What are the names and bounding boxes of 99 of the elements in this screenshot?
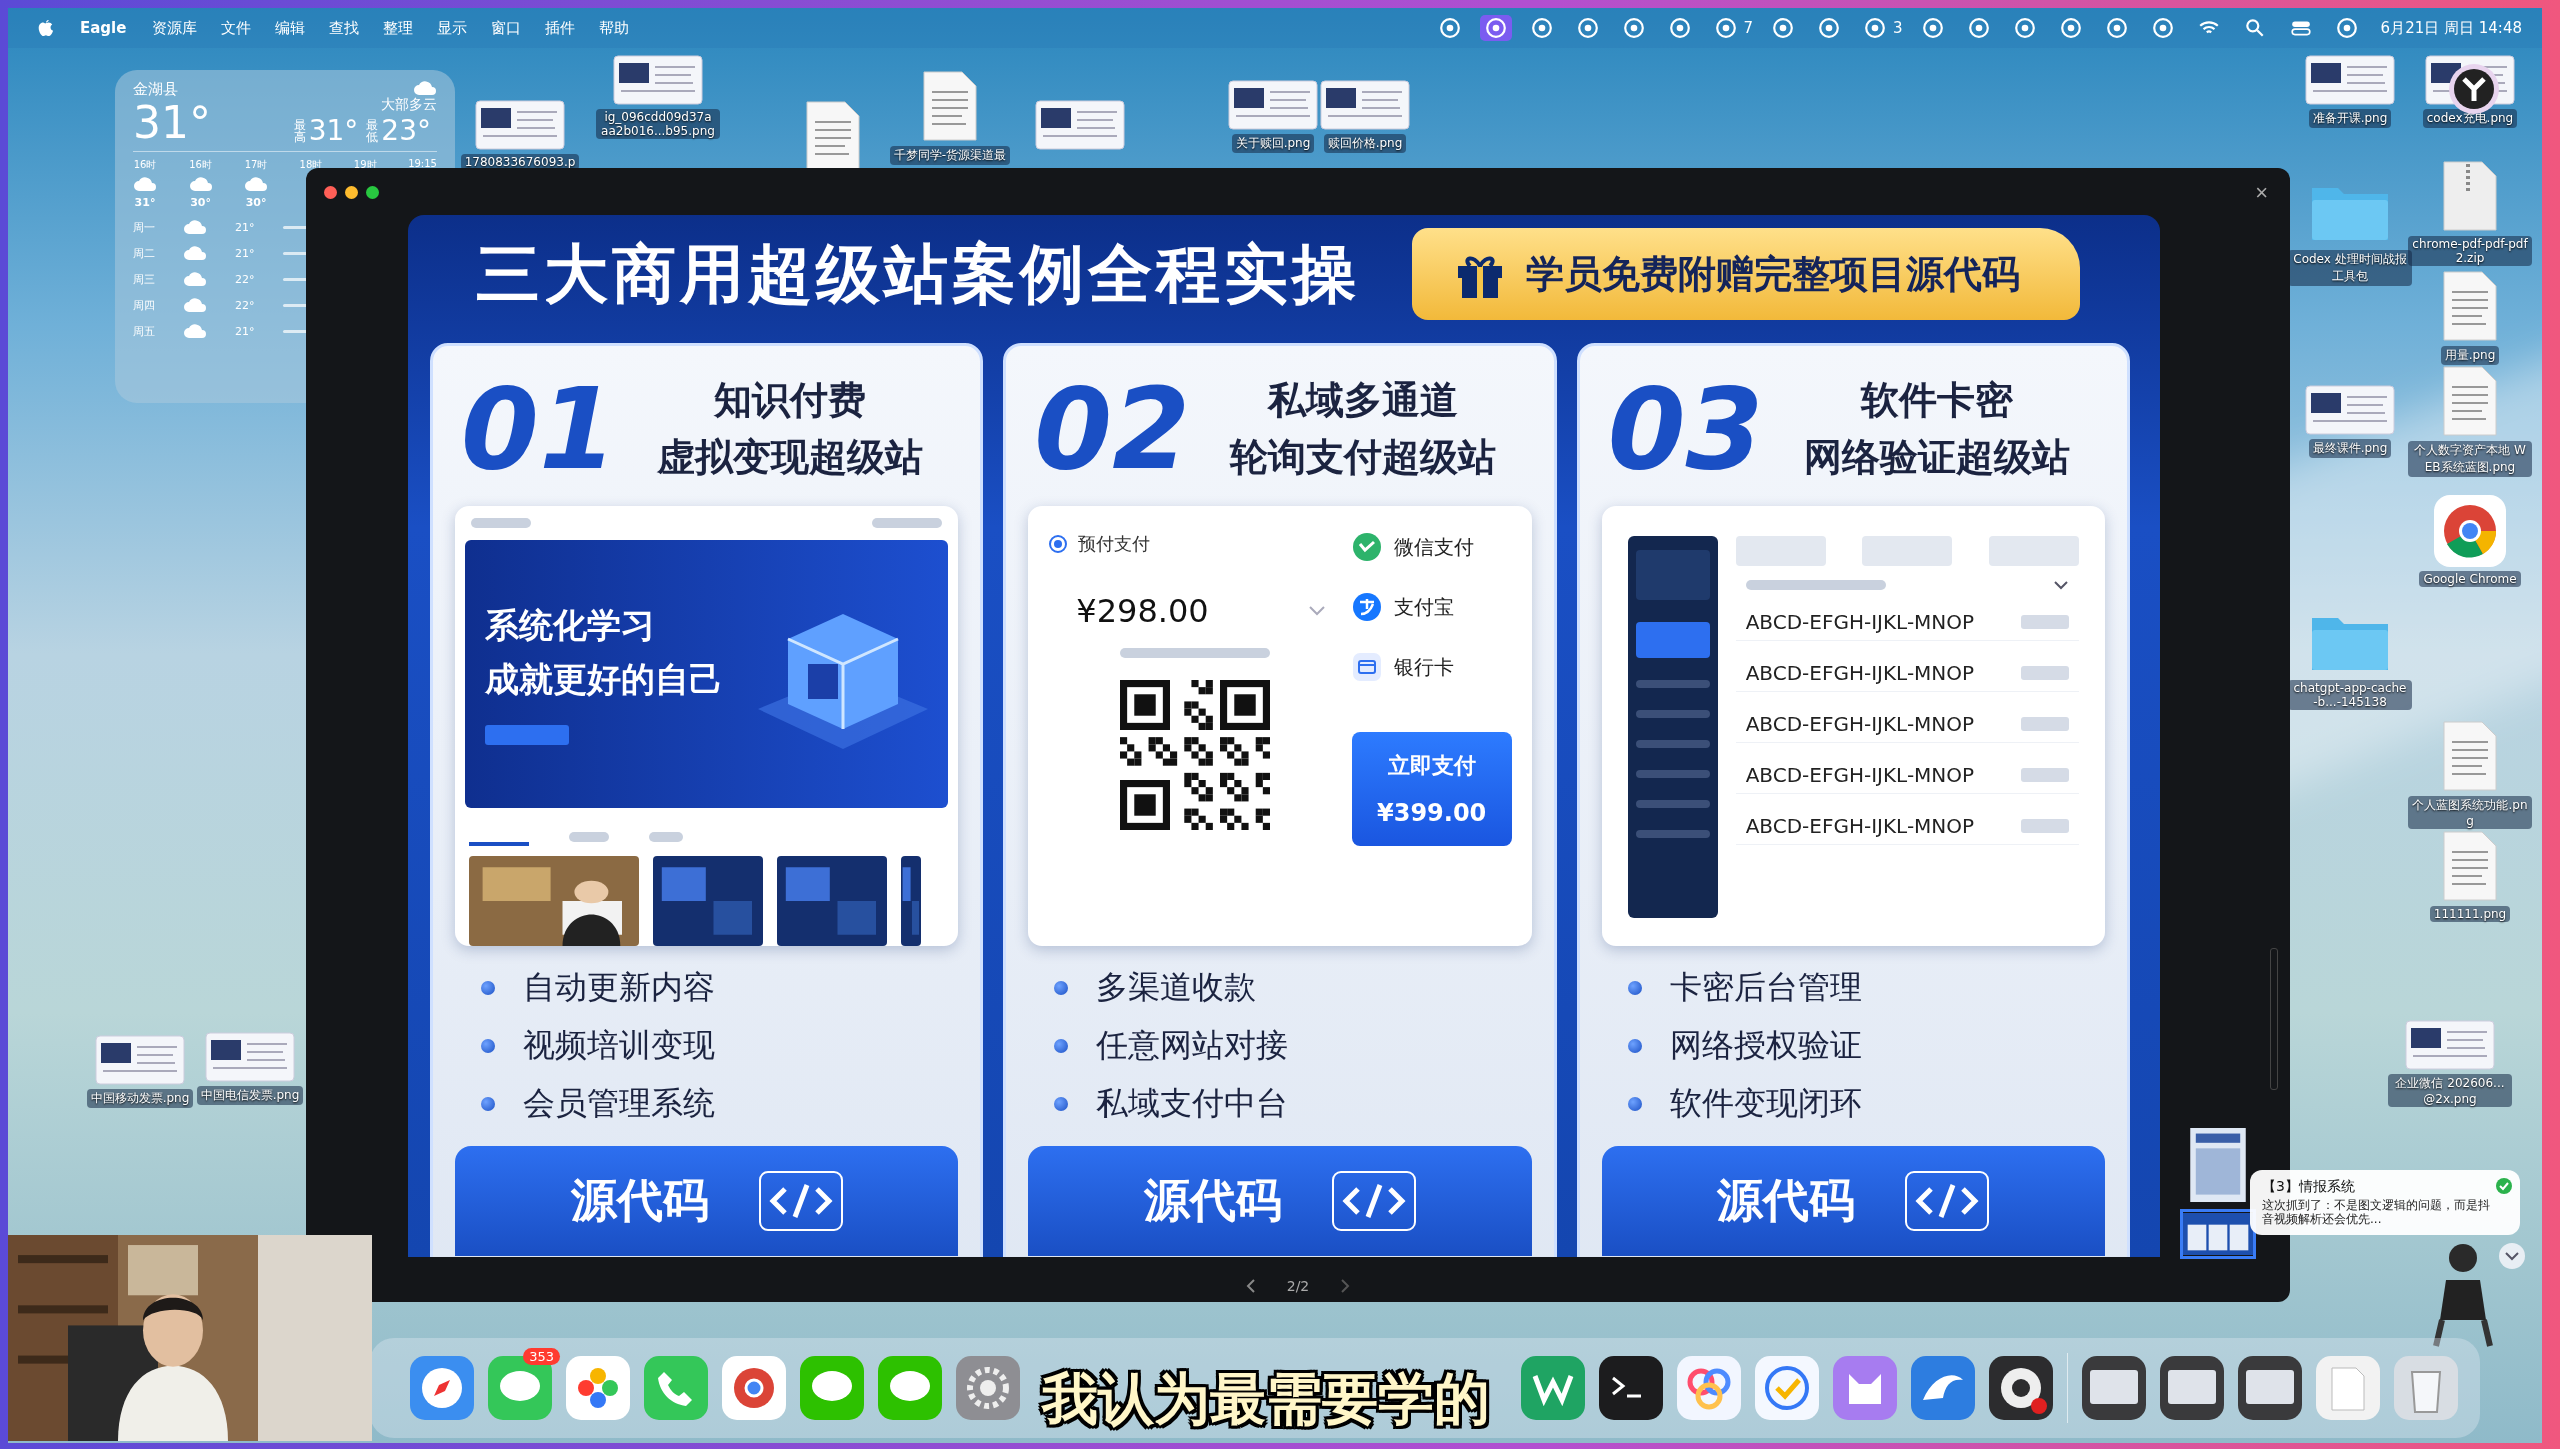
card-title: 私域多通道 — [1268, 377, 1459, 424]
payment-method[interactable]: 支付宝 — [1393, 593, 1454, 621]
hour-label: 19时 — [353, 158, 377, 173]
high-label: 最高 — [293, 118, 307, 143]
feature-text: 视频培训变现 — [523, 1025, 715, 1066]
day-temperature: 21° — [235, 220, 255, 234]
day-label: 周四 — [133, 297, 155, 313]
close-button[interactable]: × — [2249, 178, 2274, 208]
hour-label: 17时 — [244, 158, 268, 173]
license-key: ABCD-EFGH-IJKL-MNOP — [1745, 712, 1975, 736]
card-title: 知识付费 — [713, 377, 866, 424]
notification[interactable]: 【3】情报系统 这次抓到了：不是图文逻辑的问题，而是抖音视频解析还会优先... — [2250, 1170, 2520, 1235]
high-temperature: 31° — [308, 114, 359, 147]
hero-headline: 系统化学习 — [485, 604, 656, 647]
low-label: 最低 — [366, 118, 380, 143]
file-label: 个人蓝图系统功能.png — [2408, 796, 2532, 829]
feature-text: 会员管理系统 — [523, 1083, 715, 1124]
pay-button[interactable]: 立即支付 ¥399.00 — [1351, 732, 1512, 846]
day-label: 周一 — [133, 219, 155, 235]
card-number: 02 — [1034, 364, 1191, 494]
source-code-button[interactable]: 源代码 — [455, 1146, 959, 1256]
file-label: 111111.png — [2429, 906, 2511, 922]
low-temperature: 23° — [381, 114, 431, 147]
payment-option[interactable]: 预付支付 — [1078, 532, 1151, 556]
app-menu[interactable]: Eagle — [80, 19, 127, 37]
day-label: 周三 — [133, 271, 155, 287]
file-label: Codex 处理时间战报工具包 — [2288, 250, 2412, 286]
file-label: 用量.png — [2440, 346, 2500, 365]
hour-temperature: 31° — [134, 196, 156, 210]
card-title: 软件卡密 — [1860, 377, 2013, 424]
file-label: 赎回价格.png — [1323, 134, 1407, 153]
feature-text: 卡密后台管理 — [1669, 967, 1862, 1008]
card-title: 网络验证超级站 — [1803, 434, 2070, 481]
file-label: 千梦同学-货源渠道最 — [889, 146, 1011, 165]
license-key: ABCD-EFGH-IJKL-MNOP — [1745, 610, 1975, 634]
banner-text: 学员免费附赠完整项目源代码 — [1526, 250, 2020, 298]
feature-text: 私域支付中台 — [1096, 1083, 1289, 1124]
hour-label: 18时 — [299, 158, 323, 173]
notification-text: 这次抓到了：不是图文逻辑的问题，而是抖音视频解析还会优先... — [2262, 1198, 2491, 1227]
source-code-button[interactable]: 源代码 — [1028, 1146, 1532, 1256]
menu-item[interactable]: 帮助 — [599, 18, 630, 38]
day-temperature: 21° — [235, 324, 255, 338]
file-label: 关于赎回.png — [1231, 134, 1315, 153]
hour-temperature: 30° — [245, 196, 267, 210]
card-number: 03 — [1607, 364, 1764, 494]
hour-label: 19:15 — [408, 158, 437, 170]
feature-text: 网络授权验证 — [1669, 1025, 1862, 1066]
card-number: 01 — [461, 364, 617, 494]
page-counter: 2/2 — [1286, 1278, 1310, 1294]
file-label: chatgpt-app-cache-b...-145138 — [2288, 680, 2412, 710]
file-label: chrome-pdf-pdf-pdf 2.zip — [2408, 236, 2532, 266]
slide-title: 三大商用超级站案例全程实操 — [476, 235, 1360, 313]
weather-city: 金湖县 — [133, 80, 179, 99]
source-code-button[interactable]: 源代码 — [1601, 1146, 2105, 1256]
menu-item[interactable]: 编辑 — [275, 18, 306, 38]
file-label: 中国电信发票.png — [196, 1086, 304, 1105]
menu-item[interactable]: 资源库 — [152, 18, 198, 38]
menu-clock: 6月21日 周日 14:48 — [2380, 18, 2522, 38]
amount-value: ¥298.00 — [1076, 592, 1209, 630]
feature-text: 任意网站对接 — [1096, 1025, 1289, 1066]
file-label: Google Chrome — [2419, 571, 2521, 587]
feature-text: 自动更新内容 — [523, 967, 715, 1008]
menu-item[interactable]: 插件 — [545, 18, 576, 38]
hour-label: 16时 — [189, 158, 212, 173]
menu-item[interactable]: 窗口 — [491, 18, 522, 38]
payment-method[interactable]: 银行卡 — [1393, 653, 1454, 681]
notification-badge: 353 — [523, 1348, 560, 1365]
license-key: ABCD-EFGH-IJKL-MNOP — [1745, 661, 1975, 685]
menu-item[interactable]: 查找 — [329, 18, 360, 38]
status-count: 3 — [1893, 19, 1903, 37]
day-temperature: 22° — [235, 272, 255, 286]
weather-temperature: 31° — [133, 99, 211, 148]
file-label: ig_096cdd09d37a aa2b016...b95.png — [596, 109, 720, 139]
hour-label: 16时 — [133, 158, 157, 173]
menu-item[interactable]: 显示 — [437, 18, 468, 38]
hero-headline: 成就更好的自己 — [485, 658, 723, 701]
feature-text: 多渠道收款 — [1096, 967, 1257, 1008]
license-key: ABCD-EFGH-IJKL-MNOP — [1745, 763, 1975, 787]
payment-method[interactable]: 微信支付 — [1393, 533, 1474, 561]
day-label: 周五 — [133, 323, 155, 339]
card-title: 轮询支付超级站 — [1230, 434, 1497, 481]
hour-temperature: 30° — [190, 196, 211, 210]
file-label: 企业微信 202606...@2x.png — [2388, 1074, 2512, 1107]
status-count: 7 — [1743, 19, 1754, 37]
notification-title: 【3】情报系统 — [2262, 1178, 2356, 1196]
weather-condition: 大部多云 — [381, 96, 437, 114]
menu-item[interactable]: 文件 — [221, 18, 252, 38]
subtitle-text: 我认为最需要学的 — [1042, 1365, 1490, 1433]
file-label: 中国移动发票.png — [86, 1089, 194, 1108]
card-title: 虚拟变现超级站 — [656, 434, 923, 481]
day-label: 周二 — [133, 245, 155, 261]
file-label: 个人数字资产本地 WEB系统蓝图.png — [2408, 441, 2532, 477]
day-temperature: 21° — [235, 246, 255, 260]
menu-item[interactable]: 整理 — [383, 18, 414, 38]
file-label: 最终课件.png — [2308, 439, 2392, 458]
day-temperature: 22° — [235, 298, 255, 312]
license-key: ABCD-EFGH-IJKL-MNOP — [1745, 814, 1975, 838]
feature-text: 软件变现闭环 — [1669, 1083, 1862, 1124]
file-label: 准备开课.png — [2308, 109, 2392, 128]
